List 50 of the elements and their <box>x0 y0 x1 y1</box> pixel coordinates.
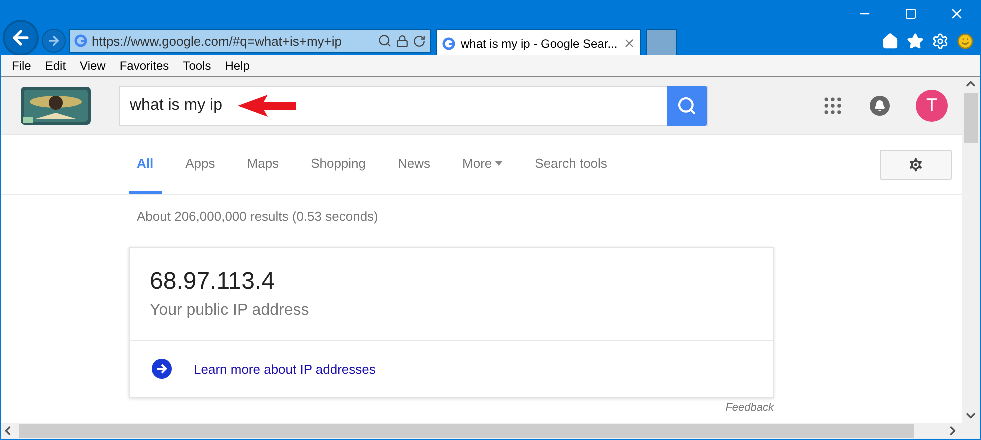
favorites-icon[interactable] <box>907 32 924 50</box>
forward-button[interactable] <box>42 29 66 53</box>
menu-item[interactable]: Help <box>218 55 257 76</box>
scrollbar-thumb[interactable] <box>19 424 914 438</box>
search-icon[interactable] <box>378 34 392 48</box>
close-tab-icon[interactable] <box>622 37 636 50</box>
forward-arrow-icon <box>47 34 61 48</box>
annotation-arrow <box>238 94 298 116</box>
menu-item[interactable]: File <box>5 55 38 76</box>
notifications-icon[interactable] <box>870 96 890 116</box>
ip-address: 68.97.113.4 <box>150 268 276 296</box>
address-bar[interactable]: https://www.google.com/#q=what+is+my+ip <box>69 29 431 53</box>
search-tab[interactable]: Maps <box>239 135 288 194</box>
search-tab[interactable]: News <box>390 135 439 194</box>
menu-item[interactable]: View <box>73 55 113 76</box>
smiley-icon[interactable] <box>957 32 974 50</box>
menu-item[interactable]: Tools <box>176 55 218 76</box>
search-icon <box>677 96 697 116</box>
search-tab[interactable]: Shopping <box>303 135 374 194</box>
search-tab[interactable]: All <box>129 135 162 194</box>
browser-tab[interactable] <box>646 29 677 57</box>
settings-icon[interactable] <box>932 32 949 50</box>
ip-caption: Your public IP address <box>150 302 310 320</box>
maximize-icon <box>905 8 917 20</box>
search-tab[interactable]: Apps <box>178 135 224 194</box>
back-button[interactable] <box>3 20 39 56</box>
caret-icon <box>495 160 504 166</box>
google-icon <box>74 34 88 48</box>
vertical-scrollbar[interactable] <box>962 77 980 423</box>
feedback-link[interactable]: Feedback <box>726 402 774 414</box>
menu-item[interactable]: Favorites <box>112 55 176 76</box>
browser-tab[interactable]: what is my ip - Google Sear... <box>436 29 641 57</box>
gear-icon <box>907 156 925 174</box>
lock-icon <box>396 34 409 48</box>
account-avatar[interactable]: T <box>916 90 948 122</box>
url-text: https://www.google.com/#q=what+is+my+ip <box>92 34 344 48</box>
google-icon <box>442 36 456 50</box>
search-tab[interactable]: More <box>454 135 512 194</box>
search-tab[interactable]: Search tools <box>527 135 616 194</box>
results-stats: About 206,000,000 results (0.53 seconds) <box>137 209 378 224</box>
menu-item[interactable]: Edit <box>38 55 74 76</box>
search-field[interactable]: what is my ip <box>119 86 708 126</box>
refresh-icon[interactable] <box>413 34 426 48</box>
home-icon[interactable] <box>882 32 899 50</box>
arrow-circle-icon[interactable] <box>152 359 172 379</box>
learn-more-link[interactable]: Learn more about IP addresses <box>194 362 376 376</box>
search-button[interactable] <box>667 86 707 126</box>
scrollbar-thumb[interactable] <box>964 93 978 143</box>
settings-button[interactable] <box>880 150 952 180</box>
horizontal-scrollbar[interactable] <box>1 423 980 439</box>
